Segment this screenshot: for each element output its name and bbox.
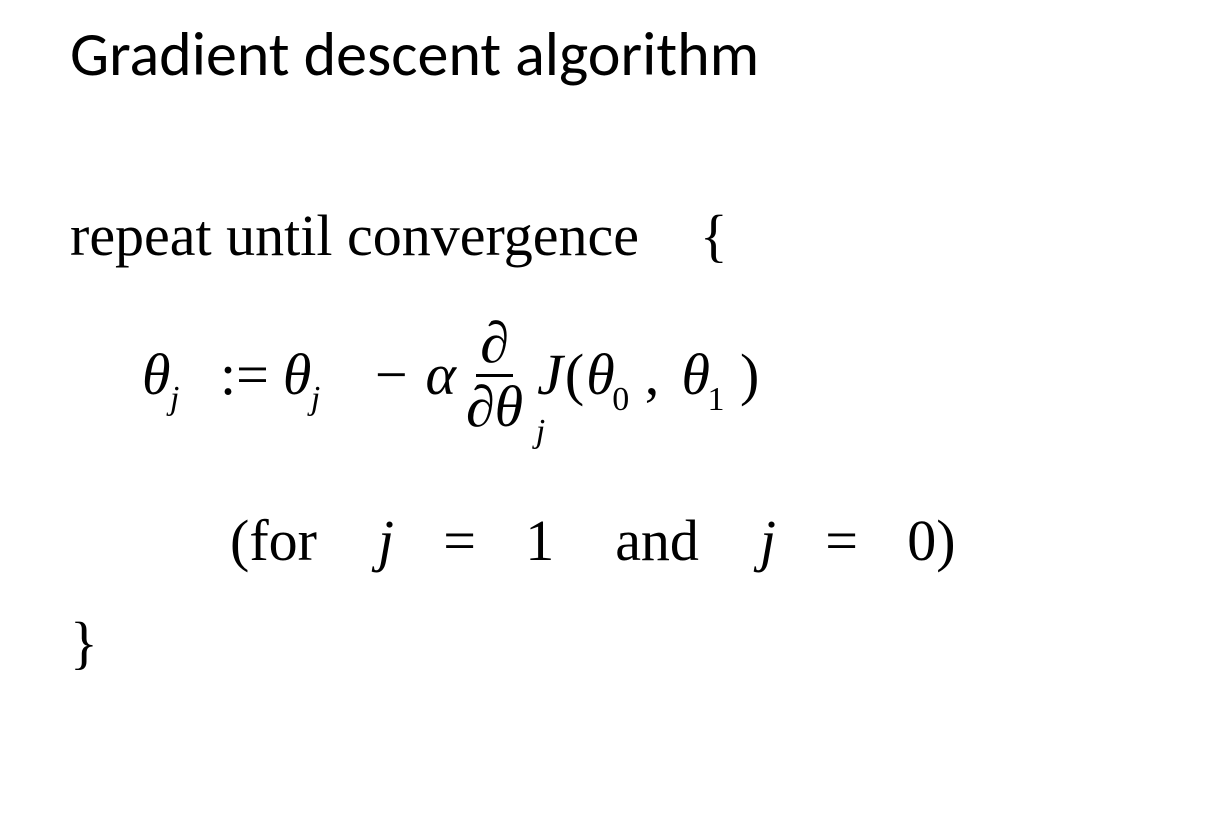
repeat-line: repeat until convergence { <box>70 203 1151 270</box>
minus-op: − <box>375 342 408 409</box>
subscript-0: 0 <box>612 380 629 419</box>
val-1: 1 <box>525 508 554 573</box>
lparen: ( <box>230 508 249 573</box>
var-j-2: j <box>760 508 776 573</box>
slide: Gradient descent algorithm repeat until … <box>0 0 1221 816</box>
cost-function: J ( θ 0 , θ 1 ) <box>537 342 759 409</box>
theta-j-rhs: θ j <box>283 342 331 409</box>
partial-denom-sub-j: j <box>536 414 545 450</box>
update-equation: θ j := θ j − α ∂ <box>142 298 1151 453</box>
eq-2: = <box>825 508 858 573</box>
algorithm-block: repeat until convergence { θ j := θ j <box>70 203 1151 676</box>
assign-op: := <box>220 342 269 409</box>
subscript-j: j <box>311 380 320 419</box>
comma: , <box>645 342 660 409</box>
eq-1: = <box>443 508 476 573</box>
theta-symbol: θ <box>682 342 711 407</box>
theta-symbol: θ <box>586 342 615 407</box>
for-word: for <box>249 508 317 573</box>
theta-j-lhs: θ j <box>142 342 190 409</box>
theta-0: θ 0 <box>586 342 615 409</box>
rparen: ) <box>936 508 955 573</box>
alpha-symbol: α <box>426 342 456 409</box>
partial-denom-theta: θ <box>495 377 524 438</box>
rparen: ) <box>740 342 759 409</box>
var-j-1: j <box>378 508 394 573</box>
partial-numerator: ∂ <box>476 313 513 377</box>
slide-title: Gradient descent algorithm <box>70 20 1151 88</box>
theta-symbol: θ <box>283 342 312 407</box>
for-line: (for j = 1 and j = 0) <box>230 508 1151 575</box>
partial-denom-d: ∂ <box>466 374 495 439</box>
close-brace: } <box>70 610 1151 677</box>
subscript-j: j <box>170 380 179 419</box>
theta-symbol: θ <box>142 342 171 407</box>
repeat-text: repeat until convergence <box>70 203 639 268</box>
subscript-1: 1 <box>708 380 725 419</box>
and-word: and <box>615 508 699 573</box>
lparen: ( <box>565 342 584 409</box>
theta-1: θ 1 <box>682 342 711 409</box>
open-brace: { <box>700 203 728 268</box>
cost-J: J <box>537 342 563 409</box>
partial-fraction: ∂ ∂θ j <box>462 313 527 438</box>
val-0: 0 <box>907 508 936 573</box>
